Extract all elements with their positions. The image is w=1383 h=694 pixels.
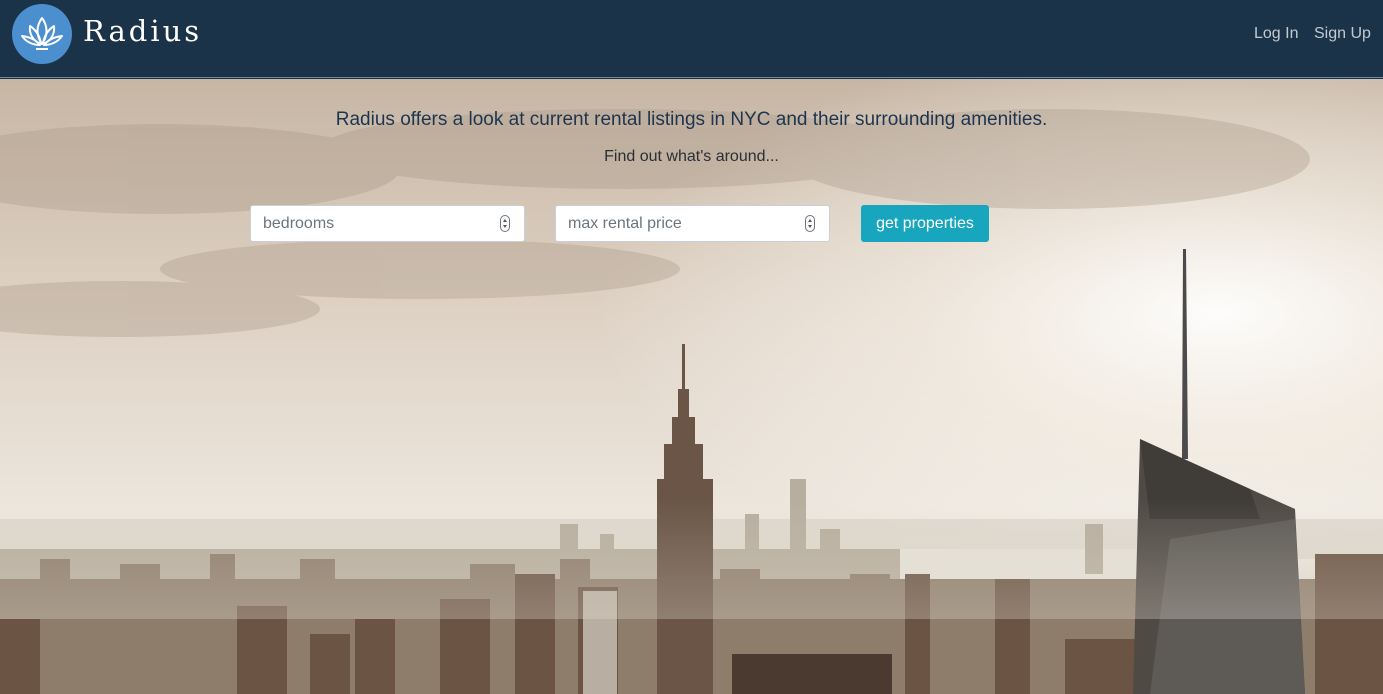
max-price-placeholder: max rental price [568, 215, 682, 232]
hero-tagline: Radius offers a look at current rental l… [335, 109, 1048, 130]
get-properties-button[interactable]: get properties [861, 205, 989, 242]
city-skyline-background [0, 79, 1383, 694]
number-spinner-icon[interactable] [500, 215, 510, 232]
bedrooms-placeholder: bedrooms [263, 215, 335, 232]
top-navbar: Radius Log In Sign Up [0, 0, 1383, 78]
bedrooms-input[interactable]: bedrooms [250, 205, 525, 242]
hero-subline: Find out what's around... [604, 148, 779, 165]
brand-name[interactable]: Radius [83, 14, 202, 48]
signup-link[interactable]: Sign Up [1314, 25, 1371, 43]
max-price-input[interactable]: max rental price [555, 205, 830, 242]
number-spinner-icon[interactable] [805, 215, 815, 232]
login-link[interactable]: Log In [1254, 25, 1298, 43]
lotus-icon[interactable] [12, 4, 72, 64]
hero-section: Radius offers a look at current rental l… [0, 79, 1383, 694]
